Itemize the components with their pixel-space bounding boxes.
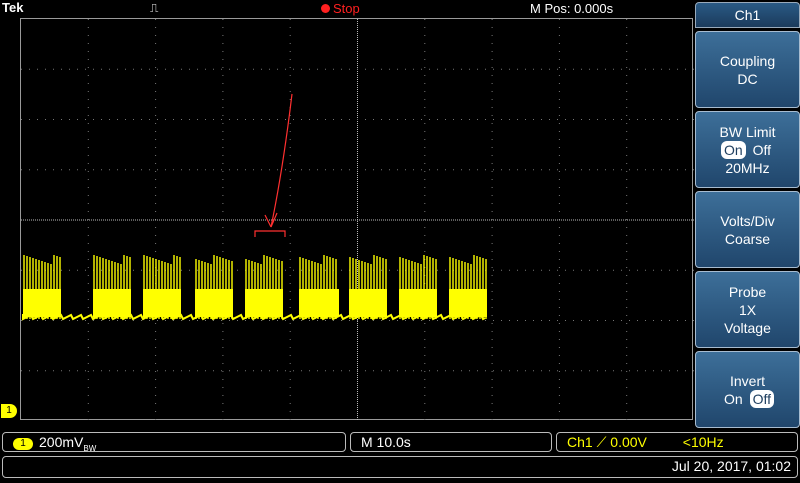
gridlines — [21, 19, 694, 421]
bw-limit-button[interactable]: BW Limit On Off 20MHz — [695, 111, 800, 188]
volts-div-button[interactable]: Volts/Div Coarse — [695, 191, 800, 268]
trigger-edge-icon: ⎍ — [150, 1, 159, 15]
trigger-frequency: <10Hz — [682, 434, 724, 450]
horizontal-position: M Pos: 0.000s — [530, 1, 614, 16]
coupling-label: Coupling — [719, 52, 776, 69]
invert-on-option: On — [724, 390, 743, 407]
timebase-box[interactable]: M 10.0s — [350, 432, 552, 452]
probe-type: Voltage — [724, 319, 771, 336]
rising-edge-icon: ⟋ — [596, 434, 607, 450]
timebase: M 10.0s — [361, 434, 411, 450]
volts-div-label: Volts/Div — [720, 212, 775, 229]
bw-limit-indicator: BW — [83, 443, 97, 453]
invert-button[interactable]: Invert On Off — [695, 351, 800, 428]
ch1-volts-div: 200mV — [39, 434, 84, 450]
probe-label: Probe — [728, 283, 767, 300]
volts-div-value: Coarse — [724, 230, 771, 247]
bw-limit-off-option: Off — [752, 141, 771, 158]
bw-limit-value: 20MHz — [725, 159, 770, 176]
stop-indicator-icon — [321, 4, 330, 13]
trigger-level: 0.00V — [610, 434, 647, 450]
run-state: Stop — [333, 1, 360, 16]
invert-off-option: Off — [749, 389, 774, 408]
datetime-bar: Jul 20, 2017, 01:02 — [2, 456, 798, 478]
invert-label: Invert — [729, 372, 765, 389]
brand-logo: Tek — [2, 0, 24, 15]
ch1-badge: 1 — [13, 438, 33, 450]
bw-limit-on-option: On — [721, 140, 746, 159]
waveform-display[interactable] — [20, 18, 694, 421]
graticule — [21, 19, 694, 421]
ch1-waveform — [22, 255, 487, 321]
ch1-level-marker[interactable]: 1 — [1, 404, 17, 418]
probe-button[interactable]: Probe 1X Voltage — [695, 271, 800, 348]
side-menu: Ch1 Coupling DC BW Limit On Off 20MHz Vo… — [695, 2, 800, 430]
trigger-source: Ch1 — [567, 434, 593, 450]
probe-attenuation: 1X — [738, 301, 757, 318]
ch1-scale-box[interactable]: 1 200mVBW — [2, 432, 346, 453]
annotation-arrow — [254, 93, 293, 237]
coupling-button[interactable]: Coupling DC — [695, 31, 800, 108]
bottom-status-bar: 1 200mVBW M 10.0s Ch1 ⟋ 0.00V <10Hz — [0, 432, 800, 454]
coupling-value: DC — [737, 70, 758, 87]
top-status-bar: Tek ⎍ Stop M Pos: 0.000s — [0, 0, 692, 18]
menu-title: Ch1 — [695, 2, 800, 28]
bw-limit-label: BW Limit — [719, 123, 776, 140]
datetime: Jul 20, 2017, 01:02 — [671, 458, 791, 474]
trigger-box[interactable]: Ch1 ⟋ 0.00V <10Hz — [556, 432, 798, 452]
